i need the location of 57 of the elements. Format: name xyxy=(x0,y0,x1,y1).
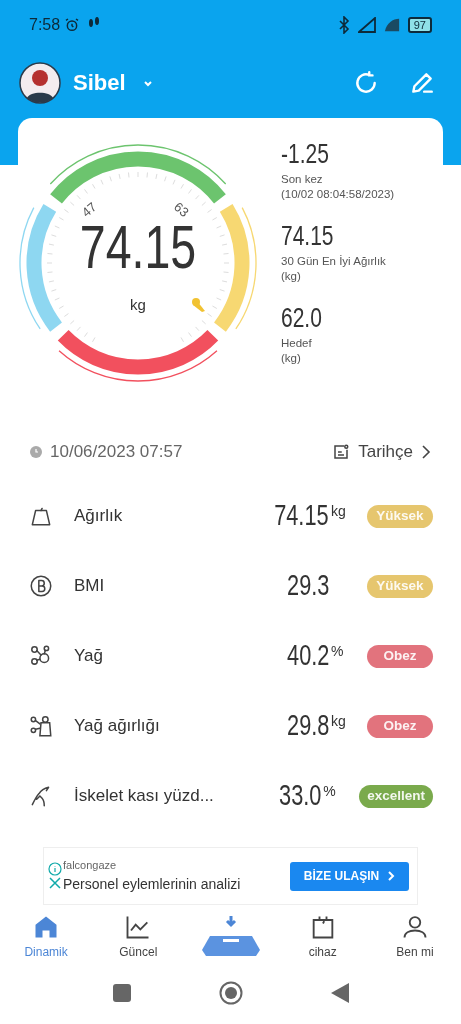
stat-value: -1.25 xyxy=(281,140,330,168)
avatar xyxy=(19,61,61,104)
status-badge: Obez xyxy=(367,714,433,738)
b-circle-icon xyxy=(28,573,54,599)
weight-unit: kg xyxy=(129,295,147,315)
metric-unit: % xyxy=(323,782,337,801)
metric-unit: % xyxy=(331,642,345,661)
refresh-icon xyxy=(353,69,379,96)
chevron-right-icon xyxy=(421,445,431,459)
stat-note: (kg) xyxy=(281,269,302,284)
home-icon[interactable] xyxy=(218,981,243,1005)
nav-tab[interactable]: Ben mi xyxy=(368,909,461,964)
signal-icon xyxy=(383,17,400,33)
status-badge: Yüksek xyxy=(367,574,433,598)
metric-value: 29.3 xyxy=(286,568,329,604)
chevron-right-icon xyxy=(387,871,396,881)
history-link[interactable]: Tarihçe xyxy=(332,439,431,465)
alarm-icon xyxy=(64,17,81,33)
metric-value: 29.8 xyxy=(286,708,329,744)
metric-value: 33.0 xyxy=(278,778,322,814)
status-badge: Obez xyxy=(367,644,433,668)
info-icon[interactable] xyxy=(47,862,62,876)
nav-tab[interactable]: cihaz xyxy=(276,909,369,964)
metric-name: Yağ ağırlığı xyxy=(74,715,160,738)
signal-icon xyxy=(357,17,376,33)
clock-icon xyxy=(30,446,42,458)
stat-value: 62.0 xyxy=(281,304,323,332)
stat-note: (kg) xyxy=(281,351,302,366)
stat-label: 30 Gün En İyi Ağırlık xyxy=(281,254,387,269)
metric-name: Yağ xyxy=(74,645,103,668)
contact-button[interactable]: BİZE ULAŞIN xyxy=(290,861,409,891)
metric-value: 40.2 xyxy=(286,638,329,674)
metric-unit: kg xyxy=(331,502,347,521)
status-badge: excellent xyxy=(359,784,433,808)
ad-text: Personel eylemlerinin analizi xyxy=(63,874,241,894)
metric-value: 74.15 xyxy=(274,498,329,534)
clock-time: 7:58 xyxy=(29,15,61,35)
metric-name: Ağırlık xyxy=(74,505,123,528)
stat-note: (10/02 08:04:58/2023) xyxy=(281,187,395,202)
stat-value: 74.15 xyxy=(281,222,335,250)
metric-name: İskelet kası yüzd... xyxy=(74,785,214,808)
history-icon xyxy=(332,443,351,461)
molecule-weight-icon xyxy=(28,713,54,739)
recents-icon[interactable] xyxy=(112,984,131,1002)
metric-name: BMI xyxy=(74,575,105,598)
battery-icon: 97 xyxy=(407,17,432,33)
bluetooth-icon xyxy=(337,16,350,34)
advertiser-name: falcongaze xyxy=(63,858,118,874)
stat-label: Son kez xyxy=(281,172,324,187)
back-icon[interactable] xyxy=(330,983,349,1003)
stat-label: Hedef xyxy=(281,336,313,351)
status-badge: Yüksek xyxy=(367,504,433,528)
measurement-date: 10/06/2023 07:57 xyxy=(50,441,183,464)
close-icon[interactable] xyxy=(47,876,62,890)
nav-tab[interactable]: Güncel xyxy=(92,909,185,964)
nav-tab[interactable]: Dinamik xyxy=(0,909,93,964)
metric-unit: kg xyxy=(331,712,347,731)
